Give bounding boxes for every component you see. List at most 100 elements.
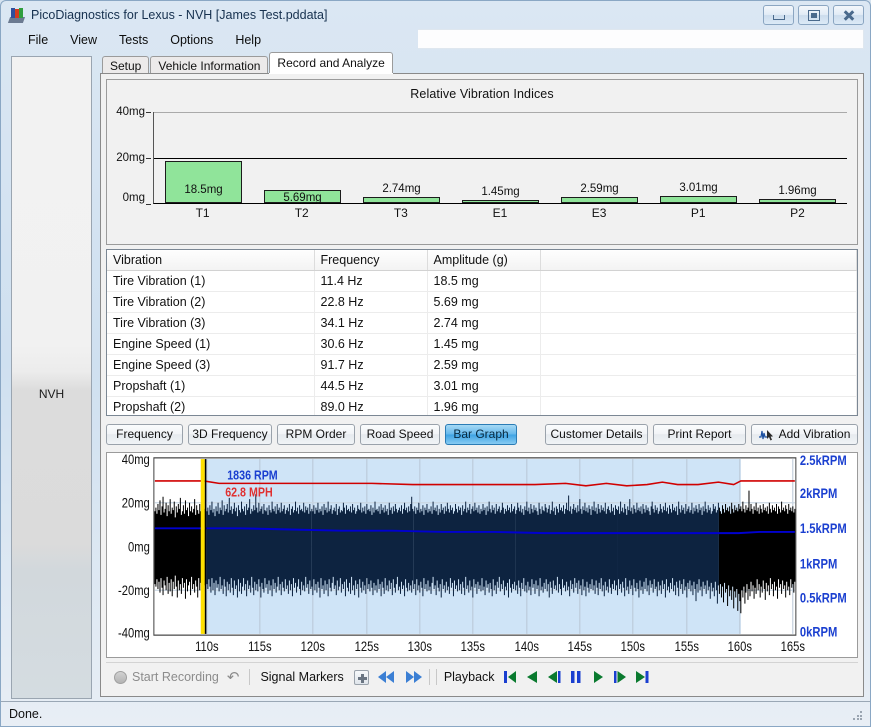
step-forward-icon[interactable] — [612, 669, 628, 685]
time-marker-edge — [204, 459, 207, 634]
svg-text:0mg: 0mg — [128, 539, 150, 554]
cell-vibration: Propshaft (2) — [107, 396, 315, 415]
cell-amplitude: 2.59 mg — [427, 354, 541, 376]
start-recording-button[interactable]: Start Recording — [110, 670, 223, 684]
vibration-table[interactable]: Vibration Frequency Amplitude (g) Tire V… — [106, 249, 858, 416]
cell-amplitude: 1.96 mg — [427, 396, 541, 415]
window-title: PicoDiagnostics for Lexus - NVH [James T… — [31, 8, 328, 22]
chart-y-axis: 40mg 20mg 0mg — [107, 106, 151, 210]
menu-item-tests[interactable]: Tests — [108, 31, 159, 49]
record-icon — [114, 670, 127, 684]
maximize-button[interactable] — [798, 5, 829, 25]
y-tick-40: 40mg — [116, 106, 145, 118]
chart-plot-area: 18.5mg 5.69mg 2.74mg 1.45mg 2.59mg 3.01m… — [153, 112, 847, 204]
column-header-frequency[interactable]: Frequency — [314, 250, 428, 271]
svg-text:0.5kRPM: 0.5kRPM — [800, 590, 847, 605]
skip-to-start-icon[interactable] — [502, 669, 518, 685]
rpm-order-button[interactable]: RPM Order — [277, 423, 355, 445]
waveform-x-axis: 110s 115s 120s 125s 130s 135s 140s 145s 150s 1… — [195, 639, 805, 654]
column-header-amplitude[interactable]: Amplitude (g) — [427, 250, 541, 271]
body-area: NVH Setup Vehicle Information Record and… — [1, 51, 870, 701]
svg-text:2.5kRPM: 2.5kRPM — [800, 453, 847, 468]
step-back-icon[interactable] — [546, 669, 562, 685]
x-tick-label: T3 — [393, 206, 408, 220]
table-row: Tire Vibration (3) 34.1 Hz 2.74 mg — [107, 312, 857, 334]
minimize-button[interactable] — [763, 5, 794, 25]
sidebar-panel: NVH — [11, 56, 92, 699]
content-area: Setup Vehicle Information Record and Ana… — [100, 52, 864, 701]
column-header-blank[interactable] — [540, 250, 857, 271]
resize-grip-icon[interactable] — [853, 711, 863, 721]
pause-icon[interactable] — [568, 669, 584, 685]
cell-frequency: 34.1 Hz — [314, 312, 428, 334]
bar-column: 3.01mg — [649, 112, 748, 203]
cell-amplitude: 5.69 mg — [427, 291, 541, 313]
cell-blank — [540, 270, 857, 292]
menu-item-file[interactable]: File — [17, 31, 59, 49]
bar-value-label: 2.59mg — [580, 183, 619, 195]
bar-column: 18.5mg — [154, 112, 253, 203]
play-reverse-icon[interactable] — [524, 669, 540, 685]
add-vibration-label: Add Vibration — [778, 427, 851, 441]
playback-label: Playback — [443, 670, 495, 684]
table-row: Propshaft (1) 44.5 Hz 3.01 mg — [107, 375, 857, 397]
menu-item-options[interactable]: Options — [159, 31, 224, 49]
cell-vibration: Engine Speed (3) — [107, 354, 315, 376]
menu-item-help[interactable]: Help — [224, 31, 272, 49]
relative-vibration-indices-chart: Relative Vibration Indices 40mg 20mg 0mg — [106, 79, 858, 245]
cell-blank — [540, 375, 857, 397]
close-button[interactable] — [833, 5, 864, 25]
tab-record-and-analyze[interactable]: Record and Analyze — [269, 52, 393, 73]
signal-markers-label: Signal Markers — [260, 670, 344, 684]
svg-text:20mg: 20mg — [122, 496, 150, 511]
tab-setup[interactable]: Setup — [102, 56, 150, 74]
cell-frequency: 22.8 Hz — [314, 291, 428, 313]
customer-details-button[interactable]: Customer Details — [545, 423, 648, 445]
3d-frequency-button[interactable]: 3D Frequency — [188, 423, 272, 445]
bar-graph-button[interactable]: Bar Graph — [445, 423, 517, 445]
play-icon[interactable] — [590, 669, 606, 685]
column-header-vibration[interactable]: Vibration — [107, 250, 315, 271]
cell-vibration: Tire Vibration (1) — [107, 270, 315, 292]
waveform-y-axis-left: 40mg 20mg 0mg -20mg -40mg — [118, 453, 150, 641]
tab-vehicle-information[interactable]: Vehicle Information — [150, 56, 269, 74]
svg-text:115s: 115s — [248, 639, 271, 654]
svg-text:40mg: 40mg — [122, 453, 150, 467]
bar-value-label: 5.69mg — [283, 191, 322, 204]
svg-text:150s: 150s — [621, 639, 645, 654]
previous-marker-icon[interactable] — [377, 669, 397, 685]
cell-amplitude: 18.5 mg — [427, 270, 541, 292]
road-speed-button[interactable]: Road Speed — [360, 423, 440, 445]
print-report-button[interactable]: Print Report — [653, 423, 746, 445]
bar-column: 1.45mg — [451, 112, 550, 203]
svg-text:1kRPM: 1kRPM — [800, 556, 837, 571]
bar-value-label: 2.74mg — [382, 182, 421, 195]
cell-frequency: 89.0 Hz — [314, 396, 428, 415]
svg-text:160s: 160s — [728, 639, 752, 654]
cell-frequency: 11.4 Hz — [314, 270, 428, 292]
start-recording-label: Start Recording — [132, 670, 219, 684]
cell-amplitude: 2.74 mg — [427, 312, 541, 334]
bar-value-label: 1.96mg — [778, 184, 817, 197]
sidebar-item-nvh[interactable]: NVH — [12, 387, 91, 401]
add-marker-icon[interactable] — [353, 669, 369, 685]
undo-icon[interactable]: ↶ — [223, 668, 244, 686]
view-button-row: Frequency 3D Frequency RPM Order Road Sp… — [106, 420, 858, 448]
cell-vibration: Propshaft (1) — [107, 375, 315, 397]
bar-column: 1.96mg — [748, 112, 847, 203]
next-marker-icon[interactable] — [403, 669, 423, 685]
bar-column: 5.69mg — [253, 112, 352, 204]
frequency-button[interactable]: Frequency — [106, 423, 183, 445]
svg-text:-40mg: -40mg — [118, 626, 150, 641]
skip-to-end-icon[interactable] — [634, 669, 650, 685]
waveform-chart[interactable]: 1836 RPM 62.8 MPH 40mg 20mg 0mg -20mg -4… — [106, 452, 858, 658]
cell-frequency: 44.5 Hz — [314, 375, 428, 397]
action-button-group: Customer Details Print Report Add Vibrat… — [545, 423, 858, 445]
menu-item-view[interactable]: View — [59, 31, 108, 49]
svg-text:165s: 165s — [781, 639, 805, 654]
bar-column: 2.74mg — [352, 112, 451, 203]
add-vibration-button[interactable]: Add Vibration — [751, 423, 858, 445]
cell-vibration: Tire Vibration (3) — [107, 312, 315, 334]
svg-text:110s: 110s — [195, 639, 218, 654]
svg-text:155s: 155s — [675, 639, 699, 654]
